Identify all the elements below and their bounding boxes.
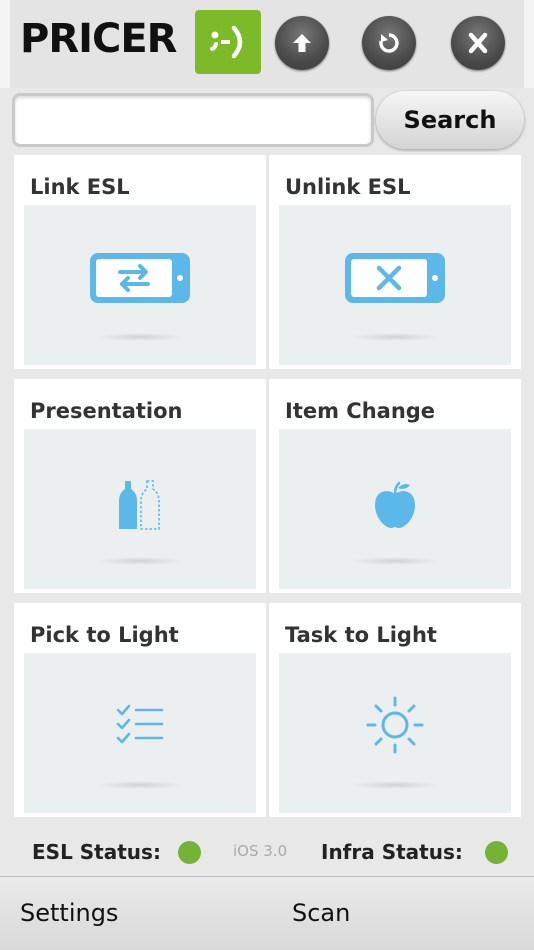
apple-icon (375, 481, 415, 528)
pricer-logo-mark (195, 10, 261, 74)
tile-image-area (279, 205, 511, 365)
tile-label: Unlink ESL (285, 175, 411, 199)
tile-image-area (24, 205, 256, 365)
refresh-icon (379, 33, 399, 53)
settings-tab[interactable]: Settings (20, 899, 118, 927)
checklist-icon (116, 704, 164, 744)
icon-shadow (95, 557, 185, 565)
icon-shadow (350, 333, 440, 341)
tile-pick-to-light[interactable]: Pick to Light (14, 603, 266, 817)
link-esl-icon (90, 253, 190, 303)
scan-tab[interactable]: Scan (292, 899, 350, 927)
search-input[interactable] (12, 93, 374, 147)
close-button[interactable] (451, 16, 505, 70)
icon-shadow (95, 781, 185, 789)
esl-status-indicator (178, 841, 201, 864)
close-x-icon (468, 32, 488, 54)
tile-unlink-esl[interactable]: Unlink ESL (269, 155, 521, 369)
bottom-toolbar: Settings Scan (0, 876, 534, 950)
version-label: iOS 3.0 (233, 842, 288, 860)
tile-label: Item Change (285, 399, 436, 423)
header-bar: PRICER (0, 0, 534, 88)
sun-icon (366, 696, 424, 754)
smiley-logo-icon (210, 25, 243, 59)
tile-label: Pick to Light (30, 623, 179, 647)
tile-label: Task to Light (285, 623, 437, 647)
tile-task-to-light[interactable]: Task to Light (269, 603, 521, 817)
pricer-logo: PRICER (20, 16, 177, 62)
esl-status-label: ESL Status: (32, 840, 161, 864)
search-button[interactable]: Search (376, 91, 524, 149)
tile-label: Link ESL (30, 175, 130, 199)
bottles-icon (119, 480, 160, 530)
tile-link-esl[interactable]: Link ESL (14, 155, 266, 369)
infra-status-label: Infra Status: (321, 840, 463, 864)
tile-image-area (279, 429, 511, 589)
upload-button[interactable] (275, 16, 329, 70)
icon-shadow (95, 333, 185, 341)
tile-presentation[interactable]: Presentation (14, 379, 266, 593)
tile-image-area (279, 653, 511, 813)
status-bar: ESL Status: iOS 3.0 Infra Status: (0, 826, 534, 876)
icon-shadow (350, 557, 440, 565)
icon-shadow (350, 781, 440, 789)
tile-item-change[interactable]: Item Change (269, 379, 521, 593)
tile-image-area (24, 653, 256, 813)
unlink-esl-icon (345, 253, 445, 303)
arrow-up-icon (293, 34, 311, 52)
tile-label: Presentation (30, 399, 183, 423)
refresh-button[interactable] (362, 16, 416, 70)
tile-image-area (24, 429, 256, 589)
infra-status-indicator (485, 841, 508, 864)
